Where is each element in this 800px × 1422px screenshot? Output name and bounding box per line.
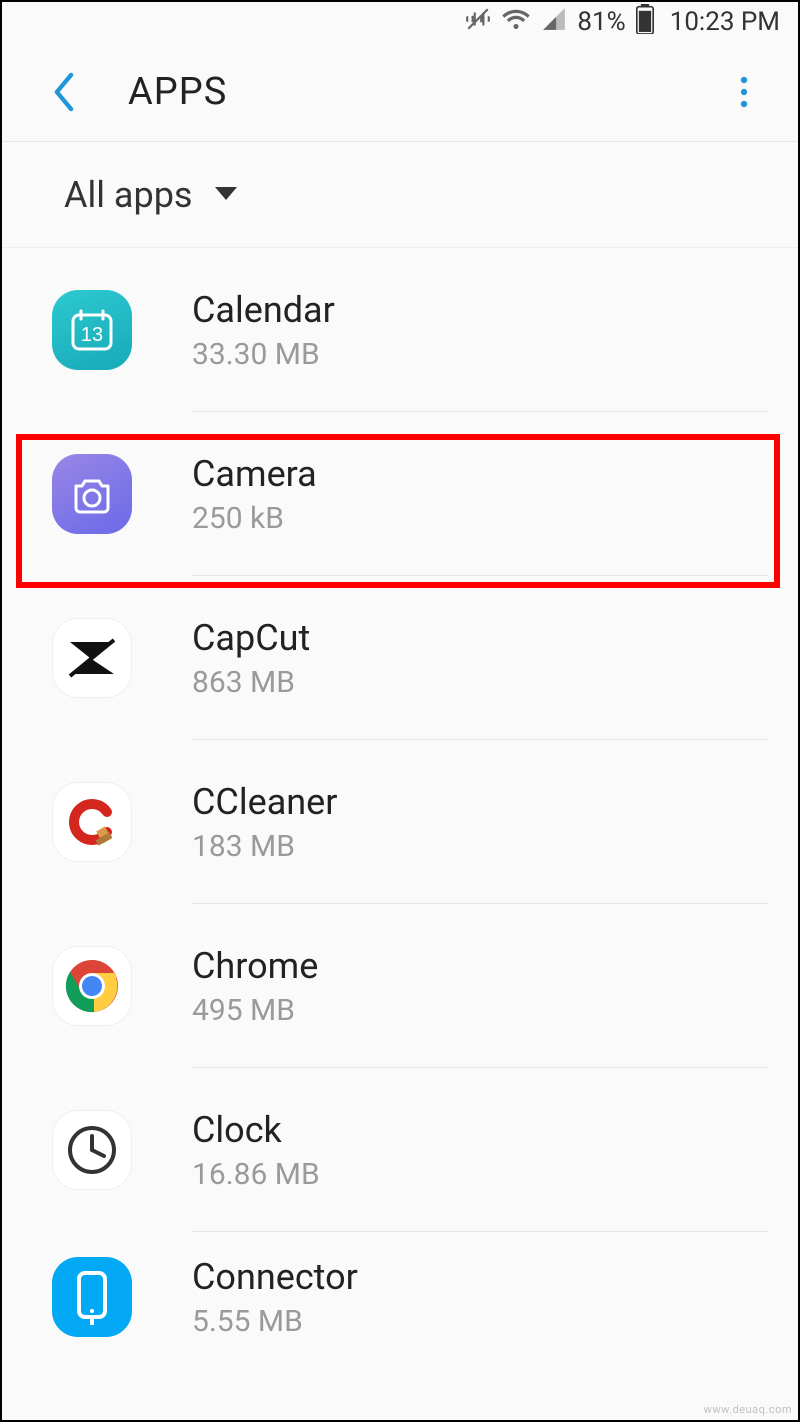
- status-time: 10:23 PM: [670, 7, 780, 37]
- app-size-label: 33.30 MB: [192, 337, 335, 372]
- calendar-icon: 13: [52, 290, 132, 370]
- app-row-ccleaner[interactable]: CCleaner 183 MB: [2, 740, 798, 904]
- vibrate-icon: [465, 6, 491, 39]
- app-size-label: 16.86 MB: [192, 1157, 320, 1192]
- chevron-down-icon: [213, 184, 239, 206]
- connector-icon: [52, 1257, 132, 1337]
- app-name-label: Connector: [192, 1256, 358, 1298]
- camera-icon: [52, 454, 132, 534]
- app-size-label: 863 MB: [192, 665, 310, 700]
- signal-icon: [541, 6, 567, 39]
- more-options-button[interactable]: [724, 67, 764, 117]
- app-row-capcut[interactable]: CapCut 863 MB: [2, 576, 798, 740]
- battery-icon: [636, 4, 654, 41]
- app-row-connector[interactable]: Connector 5.55 MB: [2, 1232, 798, 1362]
- app-size-label: 5.55 MB: [192, 1304, 358, 1339]
- app-bar: APPS: [2, 42, 798, 142]
- app-name-label: CCleaner: [192, 781, 337, 823]
- capcut-icon: [52, 618, 132, 698]
- filter-dropdown[interactable]: All apps: [2, 142, 798, 248]
- filter-label: All apps: [64, 174, 193, 216]
- app-list: 13 Calendar 33.30 MB Camera 250 kB CapCu…: [2, 248, 798, 1362]
- app-size-label: 250 kB: [192, 501, 317, 536]
- app-size-label: 183 MB: [192, 829, 337, 864]
- app-name-label: Clock: [192, 1109, 320, 1151]
- clock-icon: [52, 1110, 132, 1190]
- app-name-label: Calendar: [192, 289, 335, 331]
- app-size-label: 495 MB: [192, 993, 318, 1028]
- app-row-chrome[interactable]: Chrome 495 MB: [2, 904, 798, 1068]
- wifi-icon: [501, 6, 531, 39]
- chrome-icon: [52, 946, 132, 1026]
- app-name-label: Chrome: [192, 945, 318, 987]
- status-bar: 81% 10:23 PM: [2, 2, 798, 42]
- watermark: www.deuaq.com: [704, 1403, 792, 1416]
- back-button[interactable]: [44, 62, 84, 122]
- page-title: APPS: [128, 70, 227, 114]
- ccleaner-icon: [52, 782, 132, 862]
- app-row-calendar[interactable]: 13 Calendar 33.30 MB: [2, 248, 798, 412]
- app-name-label: CapCut: [192, 617, 310, 659]
- svg-text:13: 13: [81, 324, 103, 346]
- app-row-camera[interactable]: Camera 250 kB: [2, 412, 798, 576]
- app-row-clock[interactable]: Clock 16.86 MB: [2, 1068, 798, 1232]
- app-name-label: Camera: [192, 453, 317, 495]
- battery-percent: 81%: [577, 7, 625, 37]
